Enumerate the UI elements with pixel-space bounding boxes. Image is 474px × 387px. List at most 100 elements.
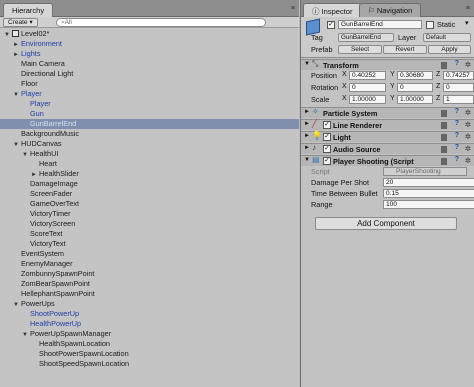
hierarchy-item[interactable]: VictoryTimer bbox=[22, 209, 71, 219]
help-icon[interactable]: ? bbox=[455, 156, 459, 163]
hierarchy-item[interactable]: ► Environment bbox=[13, 39, 62, 49]
hierarchy-item[interactable]: ► Lights bbox=[13, 49, 40, 59]
expanded-arrow-icon[interactable]: ▼ bbox=[22, 150, 30, 160]
hierarchy-item[interactable]: Main Camera bbox=[13, 59, 65, 69]
add-component-button[interactable]: Add Component bbox=[315, 217, 457, 230]
position-y-field[interactable]: 0.30680 bbox=[397, 71, 433, 80]
expand-arrow-icon[interactable]: ► bbox=[304, 121, 310, 127]
hierarchy-item[interactable]: ZombunnySpawnPoint bbox=[13, 269, 94, 279]
prefab-apply-button[interactable]: Apply bbox=[428, 45, 471, 54]
help-icon[interactable]: ? bbox=[455, 60, 459, 67]
gear-icon[interactable]: ✲ bbox=[465, 144, 471, 153]
tab-navigation[interactable]: ⚐ Navigation bbox=[359, 3, 422, 17]
hierarchy-item[interactable]: HealthSpawnLocation bbox=[31, 339, 110, 349]
book-icon[interactable] bbox=[441, 110, 447, 117]
prefab-revert-button[interactable]: Revert bbox=[383, 45, 427, 54]
expand-arrow-icon[interactable]: ► bbox=[304, 133, 310, 139]
hierarchy-item[interactable]: VictoryText bbox=[22, 239, 66, 249]
expanded-arrow-icon[interactable]: ▼ bbox=[13, 140, 21, 150]
rotation-y-field[interactable]: 0 bbox=[397, 83, 433, 92]
expanded-arrow-icon[interactable]: ▼ bbox=[4, 30, 12, 40]
hierarchy-item[interactable]: HealthPowerUp bbox=[22, 319, 81, 329]
transform-header[interactable]: ▼ ⤡ Transform ? ✲ bbox=[301, 59, 474, 70]
hierarchy-item[interactable]: Floor bbox=[13, 79, 38, 89]
position-x-field[interactable]: 0.40252 bbox=[349, 71, 386, 80]
expand-arrow-icon[interactable]: ▼ bbox=[304, 157, 310, 163]
gear-icon[interactable]: ✲ bbox=[465, 132, 471, 141]
hierarchy-item[interactable]: HellephantSpawnPoint bbox=[13, 289, 95, 299]
script-field[interactable]: PlayerShooting bbox=[383, 167, 467, 176]
panel-menu-icon[interactable]: ≡ bbox=[291, 5, 295, 12]
help-icon[interactable]: ? bbox=[455, 120, 459, 127]
component-enabled-checkbox[interactable]: ✓ bbox=[323, 133, 331, 141]
hierarchy-item[interactable]: DamageImage bbox=[22, 179, 78, 189]
expanded-arrow-icon[interactable]: ▼ bbox=[13, 300, 21, 310]
active-checkbox[interactable]: ✓ bbox=[327, 21, 335, 29]
expanded-arrow-icon[interactable]: ▼ bbox=[13, 90, 21, 100]
hierarchy-item[interactable]: Directional Light bbox=[13, 69, 73, 79]
damage-field[interactable]: 20 bbox=[383, 178, 474, 187]
range-field[interactable]: 100 bbox=[383, 200, 474, 209]
particle-system-header[interactable]: ► ✧ Particle System ? ✲ bbox=[301, 107, 474, 118]
create-dropdown[interactable]: Create ▾ bbox=[3, 18, 38, 27]
component-enabled-checkbox[interactable]: ✓ bbox=[323, 157, 331, 165]
time-between-bullets-field[interactable]: 0.15 bbox=[383, 189, 474, 198]
hierarchy-item[interactable]: ScreenFader bbox=[22, 189, 72, 199]
hierarchy-item[interactable]: ShootPowerUp bbox=[22, 309, 79, 319]
hierarchy-item[interactable]: ▼ Player bbox=[13, 89, 42, 99]
hierarchy-item[interactable]: ▼ HealthUI bbox=[22, 149, 58, 159]
hierarchy-item[interactable]: BackgroundMusic bbox=[13, 129, 79, 139]
hierarchy-item[interactable]: ▼ PowerUps bbox=[13, 299, 55, 309]
player-shooting-header[interactable]: ▼ ▤ ✓ Player Shooting (Script ? ✲ bbox=[301, 155, 474, 166]
tab-hierarchy[interactable]: Hierarchy bbox=[3, 3, 54, 17]
audio-source-header[interactable]: ► ♪ ✓ Audio Source ? ✲ bbox=[301, 143, 474, 154]
expand-arrow-icon[interactable]: ▼ bbox=[304, 61, 310, 67]
scene-row[interactable]: ▼ Level02* bbox=[4, 29, 49, 39]
hierarchy-item[interactable]: ► HealthSlider bbox=[31, 169, 79, 179]
hierarchy-item[interactable]: ZomBearSpawnPoint bbox=[13, 279, 90, 289]
hierarchy-item[interactable]: VictoryScreen bbox=[22, 219, 75, 229]
hierarchy-item[interactable]: ShootPowerSpawnLocation bbox=[31, 349, 129, 359]
expand-arrow-icon[interactable]: ► bbox=[304, 145, 310, 151]
gear-icon[interactable]: ✲ bbox=[465, 60, 471, 69]
chevron-down-icon[interactable]: ▾ bbox=[465, 19, 469, 27]
book-icon[interactable] bbox=[441, 122, 447, 129]
prefab-select-button[interactable]: Select bbox=[338, 45, 382, 54]
hierarchy-item[interactable]: GameOverText bbox=[22, 199, 79, 209]
rotation-x-field[interactable]: 0 bbox=[349, 83, 386, 92]
hierarchy-item[interactable]: ▼ HUDCanvas bbox=[13, 139, 62, 149]
static-checkbox[interactable] bbox=[426, 21, 434, 29]
tab-inspector[interactable]: ⓘ Inspector bbox=[303, 3, 362, 17]
layer-dropdown[interactable]: Default bbox=[423, 33, 471, 42]
hierarchy-item[interactable]: Gun bbox=[22, 109, 44, 119]
inspector-menu-icon[interactable]: ≡ bbox=[466, 5, 470, 12]
scale-z-field[interactable]: 1 bbox=[443, 95, 474, 104]
gear-icon[interactable]: ✲ bbox=[465, 108, 471, 117]
component-enabled-checkbox[interactable]: ✓ bbox=[323, 145, 331, 153]
search-input[interactable]: ⌕All bbox=[56, 18, 266, 27]
object-name-field[interactable]: GunBarrelEnd bbox=[338, 20, 422, 29]
hierarchy-item[interactable]: GunBarrelEnd bbox=[22, 119, 76, 129]
hierarchy-item[interactable]: EventSystem bbox=[13, 249, 64, 259]
scale-y-field[interactable]: 1.00000 bbox=[397, 95, 433, 104]
book-icon[interactable] bbox=[441, 146, 447, 153]
hierarchy-item[interactable]: Heart bbox=[31, 159, 57, 169]
help-icon[interactable]: ? bbox=[455, 108, 459, 115]
gear-icon[interactable]: ✲ bbox=[465, 156, 471, 165]
position-z-field[interactable]: 0.74257 bbox=[443, 71, 474, 80]
hierarchy-item[interactable]: ScoreText bbox=[22, 229, 62, 239]
light-header[interactable]: ► 💡 ✓ Light ? ✲ bbox=[301, 131, 474, 142]
book-icon[interactable] bbox=[441, 62, 447, 69]
scale-x-field[interactable]: 1.00000 bbox=[349, 95, 386, 104]
hierarchy-item[interactable]: Player bbox=[22, 99, 51, 109]
expand-arrow-icon[interactable]: ► bbox=[304, 109, 310, 115]
book-icon[interactable] bbox=[441, 158, 447, 165]
component-enabled-checkbox[interactable]: ✓ bbox=[323, 121, 331, 129]
expanded-arrow-icon[interactable]: ▼ bbox=[22, 330, 30, 340]
tag-dropdown[interactable]: GunBarrelEnd bbox=[338, 33, 394, 42]
rotation-z-field[interactable]: 0 bbox=[443, 83, 474, 92]
hierarchy-item[interactable]: ShootSpeedSpawnLocation bbox=[31, 359, 129, 369]
help-icon[interactable]: ? bbox=[455, 144, 459, 151]
hierarchy-item[interactable]: ▼ PowerUpSpawnManager bbox=[22, 329, 111, 339]
line-renderer-header[interactable]: ► ╱ ✓ Line Renderer ? ✲ bbox=[301, 119, 474, 130]
